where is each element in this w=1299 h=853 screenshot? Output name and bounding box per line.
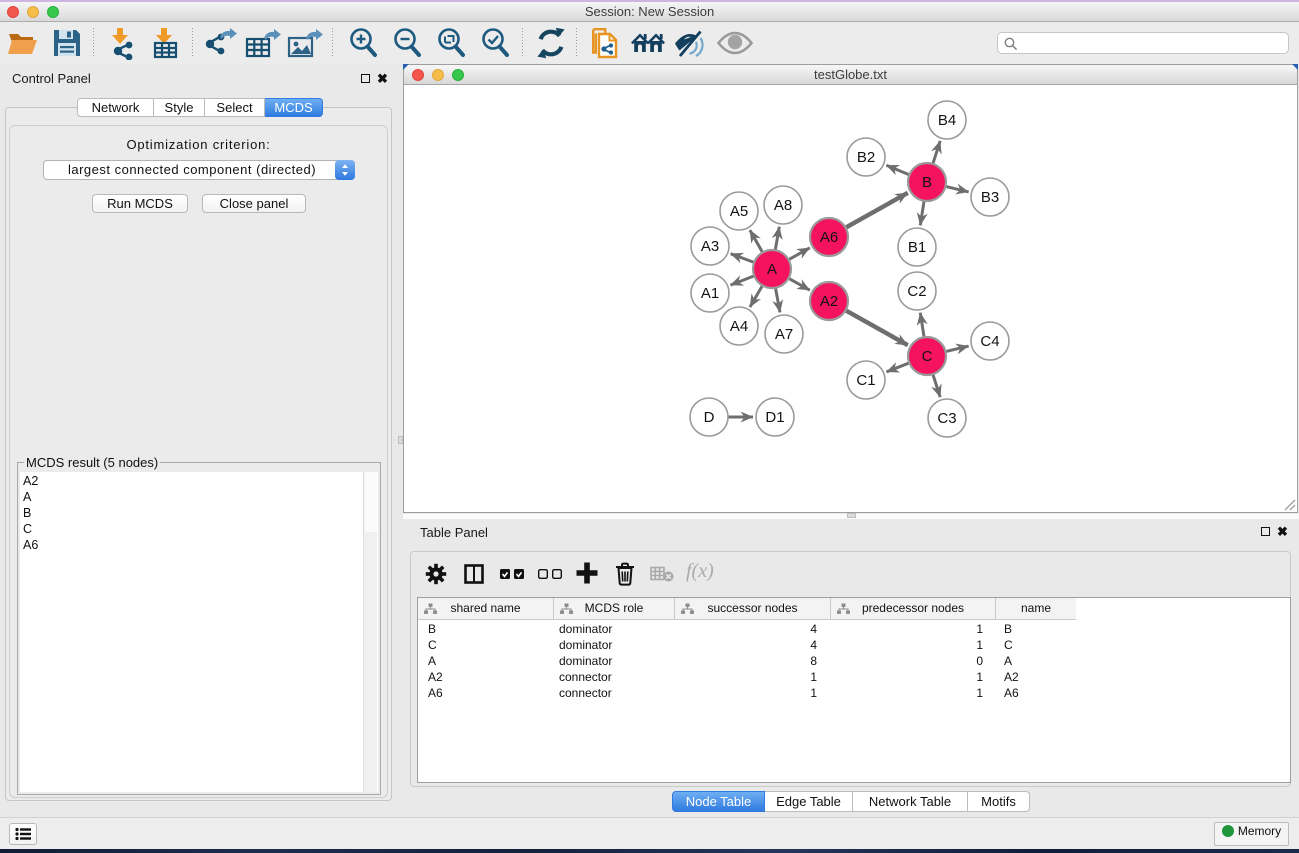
svg-text:D: D xyxy=(704,409,715,426)
svg-text:C3: C3 xyxy=(937,410,956,427)
svg-text:C4: C4 xyxy=(980,333,999,350)
svg-text:A: A xyxy=(767,261,777,278)
svg-text:B4: B4 xyxy=(938,112,956,129)
svg-text:A3: A3 xyxy=(701,238,719,255)
svg-text:B: B xyxy=(922,174,932,191)
svg-text:A2: A2 xyxy=(820,293,838,310)
svg-text:A6: A6 xyxy=(820,229,838,246)
svg-text:A1: A1 xyxy=(701,285,719,302)
svg-text:C: C xyxy=(922,348,933,365)
svg-text:A8: A8 xyxy=(774,197,792,214)
svg-text:D1: D1 xyxy=(765,409,784,426)
svg-text:A7: A7 xyxy=(775,326,793,343)
svg-text:C1: C1 xyxy=(856,372,875,389)
svg-text:B3: B3 xyxy=(981,189,999,206)
svg-text:C2: C2 xyxy=(907,283,926,300)
svg-text:B1: B1 xyxy=(908,239,926,256)
svg-text:A5: A5 xyxy=(730,203,748,220)
svg-text:A4: A4 xyxy=(730,318,748,335)
svg-text:B2: B2 xyxy=(857,149,875,166)
